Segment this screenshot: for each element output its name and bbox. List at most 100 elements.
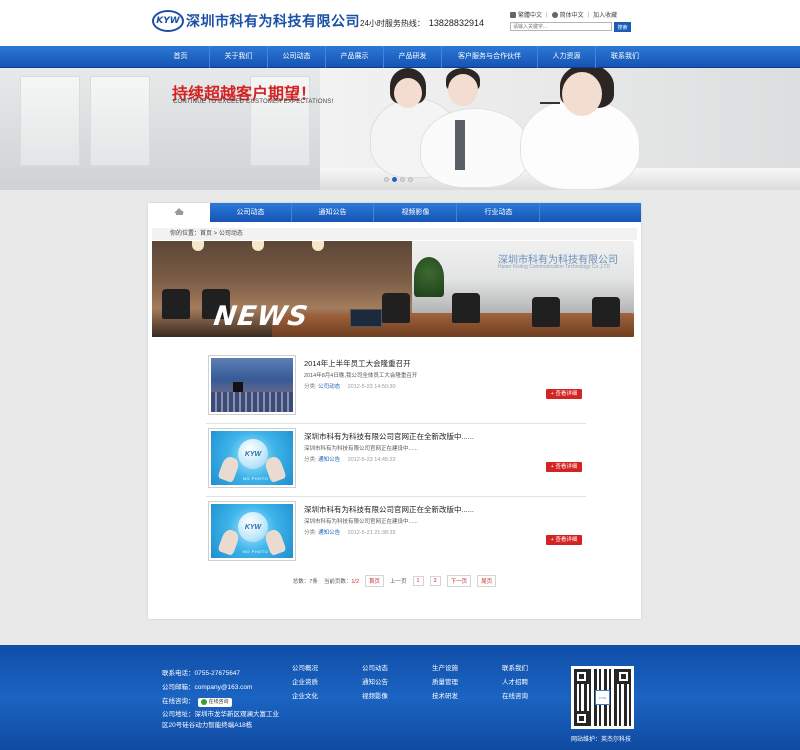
pager-next-button[interactable]: 下一页: [446, 575, 472, 587]
news-summary: 深圳市科有为科技有限公司官网正在建设中......: [304, 446, 418, 452]
site-maintainer: 网站维护：英杰尔科技: [571, 737, 632, 743]
footer-link[interactable]: 质量管理: [432, 676, 458, 690]
news-title[interactable]: 深圳市科有为科技有限公司官网正在全新改版中......: [304, 504, 474, 515]
footer-link[interactable]: 生产设施: [432, 662, 458, 676]
hand-decor: [217, 454, 241, 484]
hotline-label: 24小时服务热线：: [360, 19, 425, 28]
nav-item-service[interactable]: 客户服务与合作伙伴: [442, 46, 538, 68]
footer-link[interactable]: 技术研发: [432, 690, 458, 704]
pager-prev-button[interactable]: 上一页: [390, 577, 407, 585]
category-label: 分类:: [304, 530, 317, 536]
category-link[interactable]: 通知公告: [318, 457, 340, 463]
crowd-decor: [211, 392, 293, 412]
footer-link[interactable]: 通知公告: [362, 676, 388, 690]
view-details-button[interactable]: + 查看详细: [546, 535, 582, 545]
carousel-dot[interactable]: [400, 177, 405, 182]
home-tab[interactable]: [148, 203, 210, 222]
person-head: [562, 72, 602, 116]
nav-item-home[interactable]: 首页: [152, 46, 210, 68]
carousel-dot-active[interactable]: [392, 177, 397, 182]
search-input[interactable]: [510, 22, 612, 31]
nav-item-hr[interactable]: 人力资源: [538, 46, 596, 68]
headset-decor: [540, 102, 560, 104]
news-datetime: 2012-5-23 14:50:30: [347, 384, 396, 390]
pagination: 总数：7条 当前页数：1/2 首页 上一页 1 2 下一页 尾页: [148, 575, 641, 587]
view-details-button[interactable]: + 查看详细: [546, 462, 582, 472]
search-box: 搜索: [510, 22, 631, 32]
banner-subtitle: CONTINUE TO EXCEED CUSTOMER EXPECTATIONS…: [173, 99, 334, 105]
company-name: 深圳市科有为科技有限公司: [186, 14, 360, 30]
nav-item-contact[interactable]: 联系我们: [596, 46, 654, 68]
news-datetime: 2012-5-21 21:38:35: [347, 530, 396, 536]
qr-code: KYW: [571, 666, 634, 729]
hero-banner[interactable]: 持续超越客户期望！ CONTINUE TO EXCEED CUSTOMER EX…: [0, 68, 800, 190]
person-figure: [420, 108, 530, 188]
footer-link[interactable]: 在线咨询: [502, 690, 528, 704]
subnav-item-notice[interactable]: 通知公告: [292, 203, 374, 222]
footer-link[interactable]: 企业资质: [292, 676, 318, 690]
add-favorite-link[interactable]: 加入收藏: [593, 10, 617, 19]
breadcrumb: 你的位置：首页 > 公司动态: [152, 228, 637, 240]
footer-link[interactable]: 公司概况: [292, 662, 318, 676]
nav-item-news[interactable]: 公司动态: [268, 46, 326, 68]
footer-link[interactable]: 企业文化: [292, 690, 318, 704]
news-meta: 分类: 通知公告 2012-5-23 14:45:22: [304, 455, 396, 463]
subnav-item-video[interactable]: 视频影像: [375, 203, 457, 222]
footer-email: 公司邮箱：company@163.com: [162, 684, 253, 691]
plant-decor: [414, 257, 444, 297]
carousel-dots: [384, 177, 416, 182]
news-datetime: 2012-5-23 14:45:22: [347, 457, 396, 463]
pager-last-button[interactable]: 尾页: [477, 575, 497, 587]
pager-page-2[interactable]: 2: [429, 576, 441, 586]
list-item: KYW NO PHOTO 深圳市科有为科技有限公司官网正在全新改版中......…: [206, 424, 586, 497]
lang-simplified-link[interactable]: 简体中文: [560, 10, 584, 19]
chair-decor: [592, 297, 620, 327]
subnav-item-industry[interactable]: 行业动态: [458, 203, 540, 222]
footer-phone: 联系电话：0755-27675647: [162, 670, 241, 677]
view-details-button[interactable]: + 查看详细: [546, 389, 582, 399]
nav-item-rnd[interactable]: 产品研发: [384, 46, 442, 68]
no-photo-image: KYW NO PHOTO: [211, 431, 293, 485]
pager-first-button[interactable]: 首页: [365, 575, 385, 587]
footer-link[interactable]: 人才招聘: [502, 676, 528, 690]
online-consult-button[interactable]: 在线咨询: [197, 697, 232, 707]
news-title[interactable]: 2014年上半年员工大会隆重召开: [304, 358, 411, 369]
subnav-item-news[interactable]: 公司动态: [210, 203, 292, 222]
pager-current-value: 1/2: [351, 579, 360, 585]
category-link[interactable]: 公司动态: [318, 384, 340, 390]
carousel-dot[interactable]: [384, 177, 389, 182]
qr-pattern: KYW: [574, 669, 631, 726]
news-thumbnail[interactable]: KYW NO PHOTO: [208, 501, 296, 561]
window-decor: [90, 76, 150, 166]
news-thumbnail[interactable]: [208, 355, 296, 415]
footer-col-production: 生产设施 质量管理 技术研发: [432, 662, 458, 704]
meeting-photo: [211, 358, 293, 412]
pager-page-1[interactable]: 1: [412, 576, 424, 586]
qr-finder: [574, 669, 589, 684]
nav-item-products[interactable]: 产品展示: [326, 46, 384, 68]
logo[interactable]: KYW 深圳市科有为科技有限公司: [152, 10, 360, 32]
tie-decor: [455, 120, 465, 170]
footer-online-label: 在线咨询：: [162, 698, 195, 705]
search-button[interactable]: 搜索: [614, 22, 631, 32]
news-banner-company-en: Huner Kiviing Communication Technology C…: [498, 264, 611, 270]
category-link[interactable]: 通知公告: [318, 530, 340, 536]
list-item: 2014年上半年员工大会隆重召开 2014年8月4日晚,我公司全体员工大会隆重召…: [206, 351, 586, 424]
qq-icon: [200, 699, 207, 705]
carousel-dot[interactable]: [408, 177, 413, 182]
list-item: KYW NO PHOTO 深圳市科有为科技有限公司官网正在全新改版中......…: [206, 497, 586, 570]
news-title[interactable]: 深圳市科有为科技有限公司官网正在全新改版中......: [304, 431, 474, 442]
pager-total: 总数：7条: [292, 579, 318, 585]
no-photo-text: NO PHOTO: [243, 476, 269, 481]
footer-link[interactable]: 联系我们: [502, 662, 528, 676]
lang-traditional-link[interactable]: 繁體中文: [518, 10, 542, 19]
globe-icon: [551, 11, 558, 18]
footer-link[interactable]: 视频影像: [362, 690, 388, 704]
chair-decor: [382, 293, 410, 323]
globe-logo: KYW: [238, 512, 268, 542]
main-nav: 首页 关于我们 公司动态 产品展示 产品研发 客户服务与合作伙伴 人力资源 联系…: [0, 46, 800, 68]
qr-finder: [574, 711, 589, 726]
news-thumbnail[interactable]: KYW NO PHOTO: [208, 428, 296, 488]
footer-link[interactable]: 公司动态: [362, 662, 388, 676]
nav-item-about[interactable]: 关于我们: [210, 46, 268, 68]
